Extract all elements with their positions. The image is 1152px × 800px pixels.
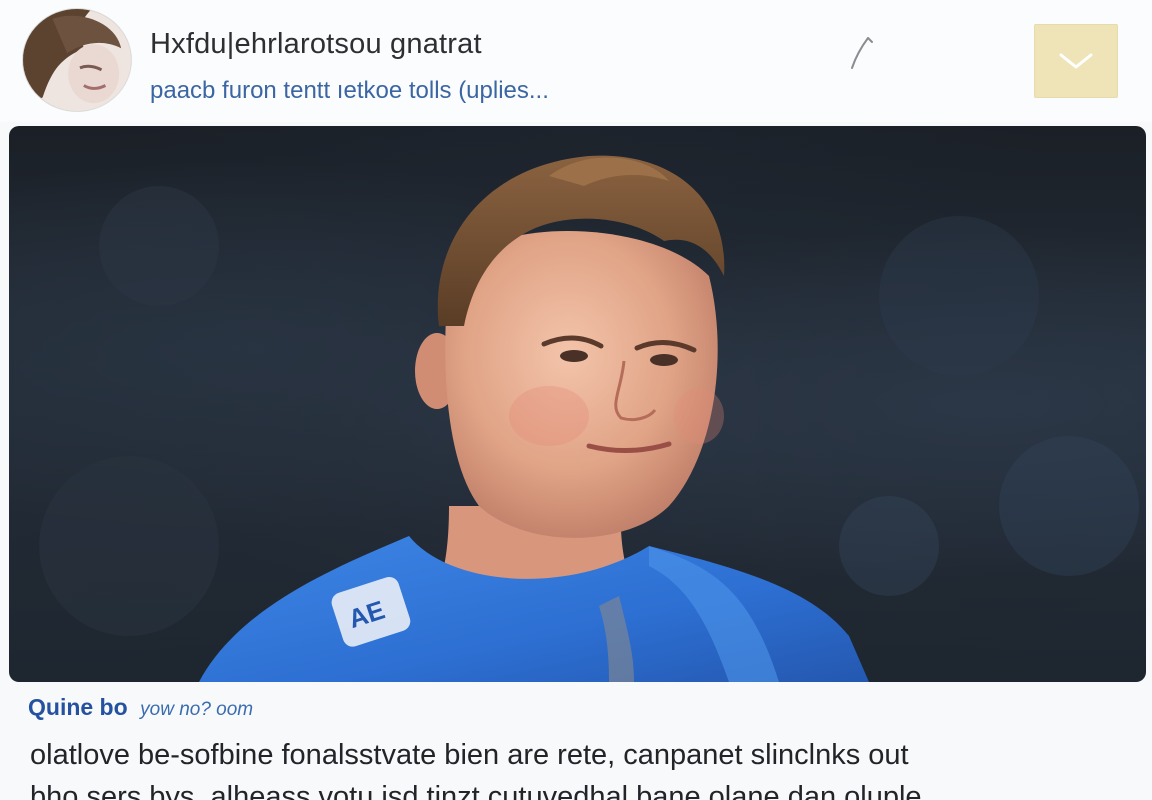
post-menu-button[interactable] (1034, 24, 1118, 98)
author-subtitle[interactable]: paacb furon tentt ıetkoe tolls (uplies..… (150, 77, 549, 105)
caption-meta: Quine bo yow no? oom (28, 694, 253, 721)
chevron-down-icon (1059, 53, 1093, 69)
author-name[interactable]: Hxfdu|ehrlarotsou gnatrat (150, 28, 482, 61)
caption-timestamp: yow no? oom (140, 699, 254, 720)
caption-text: olatlove be-sofbine fonalsstvate bien ar… (30, 734, 1140, 800)
pen-icon[interactable] (846, 34, 876, 74)
avatar-image (23, 9, 131, 111)
avatar[interactable] (22, 8, 132, 112)
post-photo[interactable]: AE (9, 126, 1146, 682)
social-post: Hxfdu|ehrlarotsou gnatrat paacb furon te… (0, 0, 1152, 800)
caption-handle[interactable]: Quine bo (28, 694, 128, 720)
caption-line: olatlove be-sofbine fonalsstvate bien ar… (30, 739, 909, 771)
post-header: Hxfdu|ehrlarotsou gnatrat paacb furon te… (0, 0, 1152, 122)
athlete-portrait: AE (9, 126, 1146, 682)
caption-line: bho sers bys. alheass votu isd tinzt cut… (30, 781, 922, 800)
